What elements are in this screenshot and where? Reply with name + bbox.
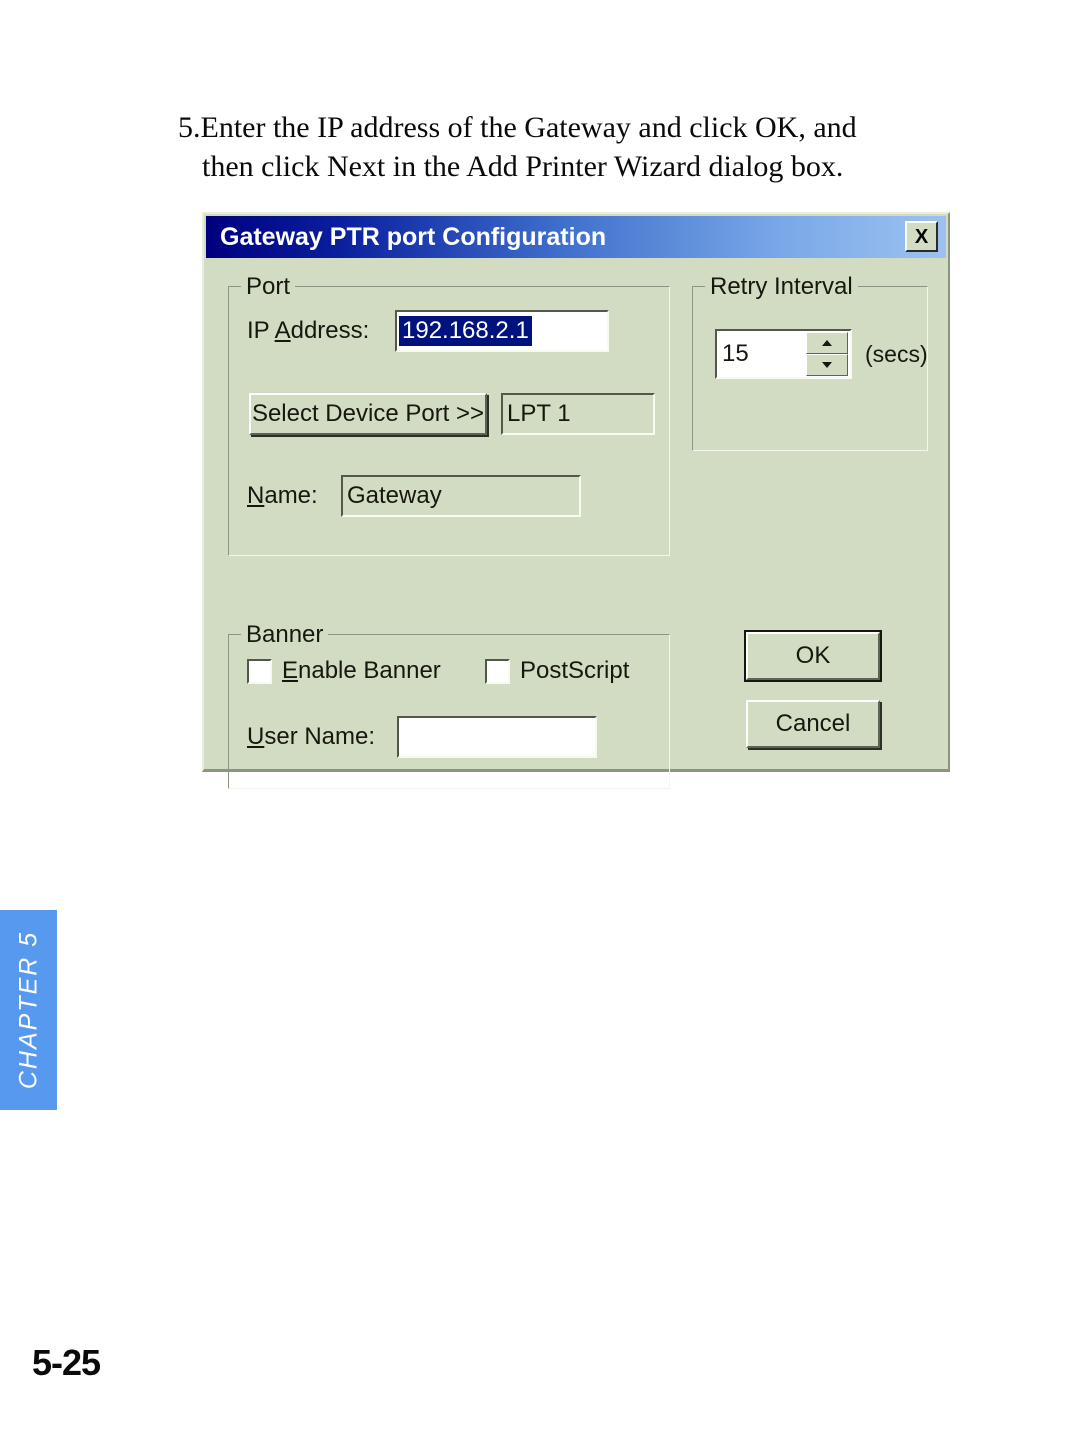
enable-banner-checkbox[interactable]: Enable Banner [247, 657, 441, 685]
chevron-up-icon[interactable] [806, 332, 848, 354]
ip-address-input[interactable]: 192.168.2.1 [395, 310, 609, 352]
ip-address-label-accel: A [274, 317, 291, 344]
port-groupbox-legend: Port [241, 273, 296, 301]
dialog-titlebar: Gateway PTR port Configuration X [206, 216, 946, 258]
instruction-line-2: then click Next in the Add Printer Wizar… [202, 150, 844, 183]
name-value: Gateway [347, 482, 442, 509]
retry-interval-groupbox-legend: Retry Interval [705, 273, 858, 301]
postscript-checkbox[interactable]: PostScript [485, 657, 629, 685]
user-name-input[interactable] [397, 716, 597, 758]
name-label-accel: N [247, 482, 265, 509]
ok-button-label: OK [795, 642, 831, 669]
user-name-label: User Name: [247, 723, 375, 751]
enable-banner-label-post: nable Banner [298, 657, 441, 684]
name-label: Name: [247, 482, 318, 510]
banner-groupbox: Banner Enable Banner PostScript User Nam… [228, 621, 670, 789]
ip-address-value: 192.168.2.1 [399, 316, 532, 346]
ip-address-label: IP Address: [247, 317, 369, 345]
close-icon-glyph: X [914, 225, 929, 248]
close-icon[interactable]: X [905, 221, 938, 252]
enable-banner-label: Enable Banner [272, 657, 441, 685]
chevron-down-icon-glyph [822, 362, 832, 368]
dialog-title: Gateway PTR port Configuration [220, 222, 607, 251]
cancel-button-label: Cancel [775, 710, 851, 737]
checkbox-icon [485, 658, 510, 684]
port-groupbox: Port IP Address: 192.168.2.1 Select Devi… [228, 273, 670, 556]
retry-interval-groupbox: Retry Interval 15 (secs) [692, 273, 928, 451]
ok-button[interactable]: OK [744, 630, 882, 682]
user-name-label-accel: U [247, 723, 265, 750]
chevron-down-icon[interactable] [806, 354, 848, 376]
retry-interval-units-label: (secs) [865, 341, 928, 367]
name-input[interactable]: Gateway [341, 475, 581, 517]
chapter-tab-label: CHAPTER 5 [14, 930, 42, 1090]
checkbox-icon [247, 658, 272, 684]
enable-banner-label-accel: E [282, 657, 299, 684]
retry-interval-value: 15 [722, 340, 749, 367]
ip-address-label-pre: IP [247, 317, 275, 344]
cancel-button[interactable]: Cancel [746, 700, 880, 748]
retry-interval-spin-buttons [806, 332, 848, 376]
chapter-tab: CHAPTER 5 [0, 910, 57, 1110]
postscript-label: PostScript [520, 657, 630, 684]
banner-groupbox-legend: Banner [241, 621, 329, 649]
user-name-label-post: ser Name: [264, 723, 376, 750]
instruction-line-1: 5.Enter the IP address of the Gateway an… [178, 111, 857, 144]
select-device-port-button-label: Select Device Port >> [251, 400, 485, 427]
ip-address-label-post: ddress: [290, 317, 370, 344]
name-label-post: ame: [264, 482, 318, 509]
select-device-port-button[interactable]: Select Device Port >> [249, 393, 487, 435]
device-port-field[interactable]: LPT 1 [501, 393, 655, 435]
chevron-up-icon-glyph [822, 340, 832, 346]
gateway-ptr-port-configuration-dialog: Gateway PTR port Configuration X Port IP… [202, 212, 950, 789]
page-number: 5-25 [32, 1342, 101, 1383]
instruction-text: 5.Enter the IP address of the Gateway an… [178, 108, 938, 186]
retry-interval-stepper[interactable]: 15 [715, 329, 852, 379]
device-port-value: LPT 1 [507, 400, 571, 427]
